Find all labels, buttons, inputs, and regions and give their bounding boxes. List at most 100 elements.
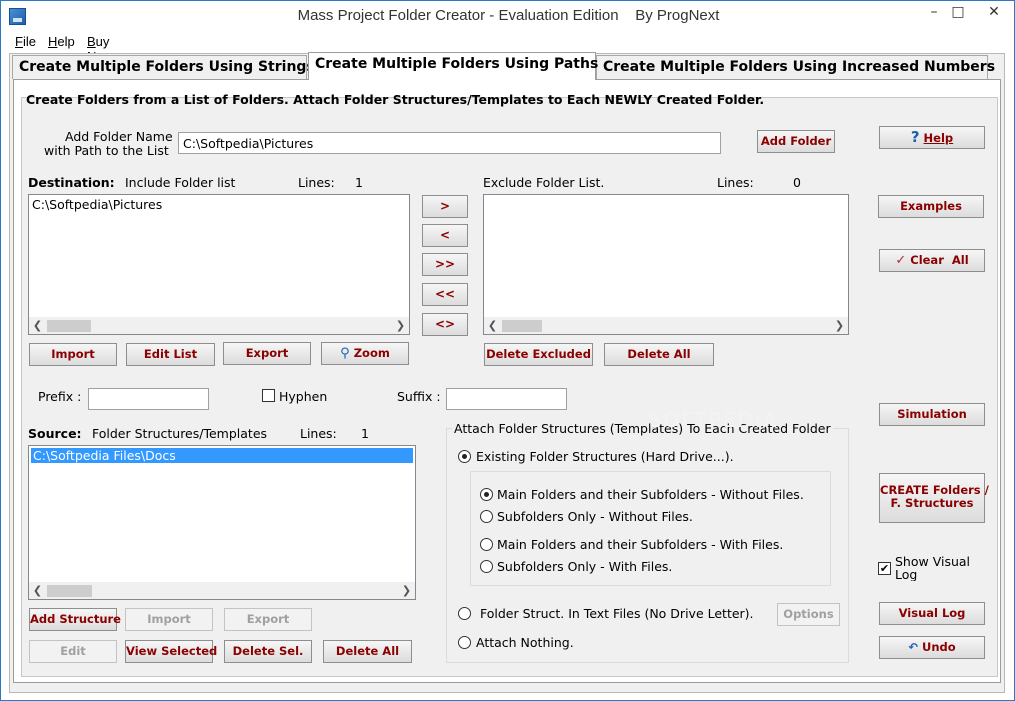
- help-button-label: Help: [923, 131, 954, 145]
- menu-file-label: ile: [22, 34, 36, 49]
- menu-help-mnemonic: H: [48, 34, 58, 49]
- delete-excluded-button[interactable]: Delete Excluded: [484, 343, 593, 366]
- text-files-label: Folder Struct. In Text Files (No Drive L…: [480, 606, 754, 621]
- sub-no-files-label: Subfolders Only - Without Files.: [497, 509, 693, 524]
- import-structure-button[interactable]: Import: [125, 608, 213, 631]
- export-structure-button[interactable]: Export: [224, 608, 312, 631]
- sub-no-files-radio[interactable]: [480, 510, 493, 523]
- add-structure-button[interactable]: Add Structure: [29, 608, 121, 631]
- move-right-button[interactable]: >: [422, 195, 468, 218]
- structures-label: Folder Structures/Templates: [92, 426, 268, 441]
- main-no-files-radio[interactable]: [480, 488, 493, 501]
- import-button[interactable]: Import: [29, 343, 117, 366]
- add-folder-button[interactable]: Add Folder: [757, 130, 835, 153]
- clear-all-button[interactable]: ✓ Clear All: [879, 249, 985, 272]
- view-selected-button[interactable]: View Selected: [125, 640, 217, 663]
- edit-structure-button[interactable]: Edit: [29, 640, 117, 663]
- exclude-list-scrollbar[interactable]: ❮ ❯: [484, 317, 848, 334]
- zoom-button[interactable]: ⚲ Zoom: [321, 342, 409, 365]
- text-files-radio[interactable]: [458, 607, 471, 620]
- tab-strings[interactable]: Create Multiple Folders Using Strings: [12, 55, 315, 79]
- attach-nothing-label: Attach Nothing.: [476, 635, 574, 650]
- edit-list-button[interactable]: Edit List: [126, 343, 215, 366]
- include-lines-count: 1: [355, 175, 363, 190]
- add-folder-path-input[interactable]: C:\Softpedia\Pictures: [178, 132, 721, 154]
- main-with-files-radio[interactable]: [480, 538, 493, 551]
- scroll-thumb[interactable]: [47, 585, 92, 597]
- undo-button-label: Undo: [921, 640, 956, 654]
- swap-button[interactable]: <>: [422, 313, 468, 336]
- list-item[interactable]: C:\Softpedia Files\Docs: [31, 448, 413, 463]
- close-icon[interactable]: ✕: [979, 1, 1009, 23]
- include-folder-list-label: Include Folder list: [125, 175, 236, 190]
- delete-all-structures-button[interactable]: Delete All: [323, 640, 412, 663]
- clear-all-label: Clear All: [910, 253, 969, 267]
- menu-file[interactable]: File: [15, 34, 36, 49]
- scroll-right-icon[interactable]: ❯: [392, 317, 409, 334]
- simulation-button[interactable]: Simulation: [879, 403, 985, 426]
- title-bar: Mass Project Folder Creator - Evaluation…: [1, 1, 1014, 31]
- scroll-thumb[interactable]: [47, 320, 91, 332]
- prefix-input[interactable]: [88, 388, 209, 410]
- list-item[interactable]: C:\Softpedia\Pictures: [32, 197, 162, 212]
- scroll-left-icon[interactable]: ❮: [29, 317, 46, 334]
- existing-structures-radio[interactable]: [458, 450, 471, 463]
- scroll-thumb[interactable]: [502, 320, 542, 332]
- window-title: Mass Project Folder Creator - Evaluation…: [297, 7, 720, 24]
- clear-brush-icon: ✓: [895, 253, 907, 268]
- hyphen-label: Hyphen: [279, 389, 328, 404]
- show-visual-log-checkbox[interactable]: ✔: [878, 562, 891, 575]
- show-visual-log-label: Show Visual Log: [895, 555, 971, 581]
- attach-nothing-radio[interactable]: [458, 636, 471, 649]
- include-folder-list[interactable]: C:\Softpedia\Pictures ❮ ❯: [28, 194, 410, 335]
- move-all-right-button[interactable]: >>: [422, 253, 468, 276]
- move-all-left-button[interactable]: <<: [422, 283, 468, 306]
- include-list-scrollbar[interactable]: ❮ ❯: [29, 317, 409, 334]
- tab-paths[interactable]: Create Multiple Folders Using Paths: [308, 52, 598, 80]
- tab-increased-numbers[interactable]: Create Multiple Folders Using Increased …: [596, 55, 995, 79]
- prefix-label: Prefix :: [38, 389, 82, 404]
- scroll-right-icon[interactable]: ❯: [398, 582, 415, 599]
- exclude-folder-list[interactable]: ❮ ❯: [483, 194, 849, 335]
- source-lines-count: 1: [361, 426, 369, 441]
- create-button-line2: F. Structures: [890, 496, 974, 510]
- source-structure-list[interactable]: C:\Softpedia Files\Docs ❮ ❯: [28, 445, 416, 600]
- existing-structures-label: Existing Folder Structures (Hard Drive..…: [476, 449, 734, 464]
- menu-file-mnemonic: F: [15, 34, 23, 49]
- destination-label: Destination:: [28, 175, 115, 190]
- create-folders-button[interactable]: CREATE Folders / F. Structures: [879, 473, 989, 523]
- source-list-scrollbar[interactable]: ❮ ❯: [29, 582, 415, 599]
- delete-selected-button[interactable]: Delete Sel.: [224, 640, 312, 663]
- help-button[interactable]: ? Help: [879, 126, 985, 149]
- app-window: Mass Project Folder Creator - Evaluation…: [0, 0, 1015, 701]
- help-question-icon: ?: [910, 128, 920, 146]
- suffix-label: Suffix :: [397, 389, 441, 404]
- menu-help-label: elp: [57, 34, 75, 49]
- maximize-icon[interactable]: □: [943, 1, 973, 23]
- undo-button[interactable]: ↶ Undo: [879, 636, 985, 659]
- source-lines-label: Lines:: [300, 426, 337, 441]
- watermark: SOFTPEDIA: [649, 408, 779, 432]
- move-left-button[interactable]: <: [422, 224, 468, 247]
- zoom-button-label: Zoom: [353, 346, 390, 360]
- zoom-magnifier-icon: ⚲: [340, 346, 350, 361]
- delete-all-excluded-button[interactable]: Delete All: [604, 343, 714, 366]
- scroll-right-icon[interactable]: ❯: [831, 317, 848, 334]
- exclude-lines-count: 0: [793, 175, 801, 190]
- menu-help[interactable]: Help: [48, 34, 75, 49]
- options-button[interactable]: Options: [777, 603, 840, 626]
- scroll-left-icon[interactable]: ❮: [29, 582, 46, 599]
- add-folder-label-line2: with Path to the List: [44, 143, 169, 158]
- hyphen-checkbox[interactable]: [262, 389, 275, 402]
- page-heading: Create Folders from a List of Folders. A…: [26, 92, 765, 107]
- main-no-files-label: Main Folders and their Subfolders - With…: [497, 487, 804, 502]
- include-lines-label: Lines:: [298, 175, 335, 190]
- visual-log-button[interactable]: Visual Log: [879, 602, 985, 625]
- scroll-left-icon[interactable]: ❮: [484, 317, 501, 334]
- examples-button[interactable]: Examples: [878, 195, 984, 218]
- add-folder-label-line1: Add Folder Name: [65, 129, 173, 144]
- exclude-folder-list-label: Exclude Folder List.: [483, 175, 605, 190]
- export-button[interactable]: Export: [223, 342, 311, 365]
- sub-with-files-radio[interactable]: [480, 560, 493, 573]
- suffix-input[interactable]: [446, 388, 567, 410]
